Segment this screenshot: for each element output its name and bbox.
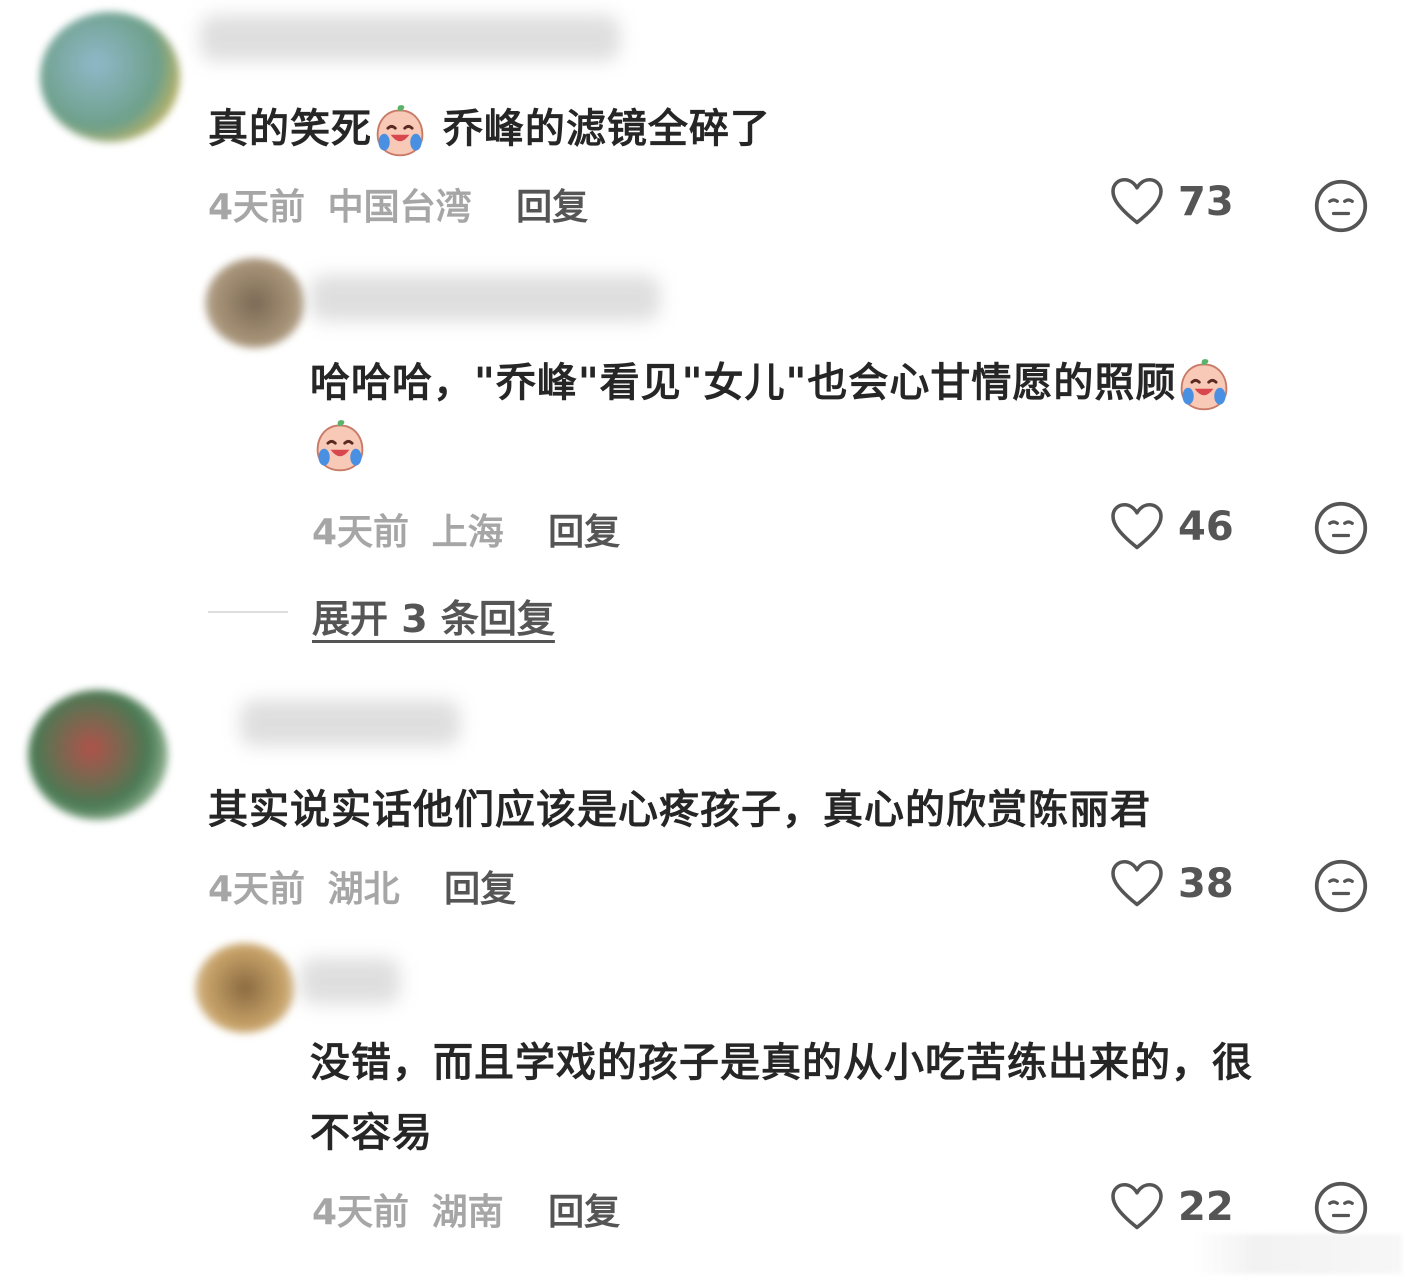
like-button[interactable]: 38: [1110, 860, 1234, 908]
timestamp: 4天前: [208, 869, 306, 910]
like-count: 46: [1178, 504, 1234, 550]
reply-button[interactable]: 回复: [444, 869, 516, 910]
timestamp: 4天前: [208, 187, 306, 228]
heart-icon: [1110, 1183, 1164, 1231]
dislike-face-icon[interactable]: [1313, 178, 1369, 234]
username[interactable]: [240, 700, 460, 746]
comment-text: 其实说实话他们应该是心疼孩子，真心的欣赏陈丽君: [208, 787, 1151, 833]
reply-button[interactable]: 回复: [548, 512, 620, 553]
comment-text: 真的笑死 乔峰的滤镜全碎了: [208, 96, 771, 162]
timestamp: 4天前: [312, 512, 410, 553]
watermark: [1192, 1234, 1402, 1274]
heart-icon: [1110, 860, 1164, 908]
reply-button[interactable]: 回复: [516, 187, 588, 228]
avatar[interactable]: [205, 258, 305, 348]
username[interactable]: [300, 958, 400, 1004]
username[interactable]: [310, 275, 660, 321]
comment-meta: 4天前 湖北 回复: [208, 860, 516, 912]
like-button[interactable]: 73: [1110, 178, 1234, 226]
crying-laughing-emoji-icon: [1176, 357, 1232, 413]
expand-replies-link[interactable]: 展开 3 条回复: [312, 588, 555, 643]
comment-text-part: 真的笑死: [208, 106, 372, 152]
divider: [208, 611, 288, 613]
like-count: 73: [1178, 179, 1234, 225]
comment-text: 哈哈哈，"乔峰"看见"女儿"也会心甘情愿的照顾: [310, 350, 1232, 416]
location: 中国台湾: [327, 187, 472, 228]
comment-text: 没错，而且学戏的孩子是真的从小吃苦练出来的，很: [310, 1040, 1253, 1086]
crying-laughing-emoji-icon: [312, 418, 368, 474]
comment-text-part: 哈哈哈，"乔峰"看见"女儿"也会心甘情愿的照顾: [310, 360, 1177, 406]
like-count: 22: [1178, 1184, 1234, 1230]
heart-icon: [1110, 178, 1164, 226]
dislike-face-icon[interactable]: [1313, 1180, 1369, 1236]
like-button[interactable]: 46: [1110, 503, 1234, 551]
avatar[interactable]: [195, 943, 295, 1033]
comment-text-part: 乔峰的滤镜全碎了: [428, 106, 771, 152]
avatar[interactable]: [40, 12, 180, 142]
heart-icon: [1110, 503, 1164, 551]
like-count: 38: [1178, 861, 1234, 907]
comment-meta: 4天前 湖南 回复: [312, 1183, 620, 1235]
avatar[interactable]: [28, 690, 168, 820]
dislike-face-icon[interactable]: [1313, 858, 1369, 914]
location: 湖南: [431, 1192, 504, 1233]
username[interactable]: [200, 15, 620, 61]
comment-text: 不容易: [310, 1110, 433, 1156]
crying-laughing-emoji-icon: [372, 103, 428, 159]
like-button[interactable]: 22: [1110, 1183, 1234, 1231]
location: 上海: [431, 512, 504, 553]
reply-button[interactable]: 回复: [548, 1192, 620, 1233]
dislike-face-icon[interactable]: [1313, 500, 1369, 556]
comment-meta: 4天前 上海 回复: [312, 503, 620, 555]
location: 湖北: [327, 869, 400, 910]
timestamp: 4天前: [312, 1192, 410, 1233]
comment-meta: 4天前 中国台湾 回复: [208, 178, 588, 230]
